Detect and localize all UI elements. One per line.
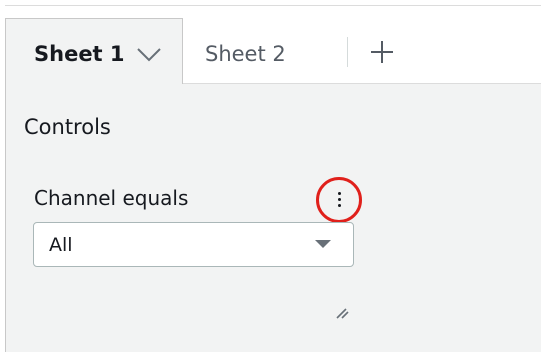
more-vertical-icon	[338, 191, 342, 209]
channel-dropdown[interactable]: All	[33, 222, 354, 267]
chevron-down-icon[interactable]	[134, 40, 164, 68]
tab-sheet-1-label: Sheet 1	[34, 42, 125, 66]
caret-down-icon	[315, 240, 331, 248]
analysis-sheet-view: Sheet 1 Sheet 2 Controls Channel equals …	[0, 0, 541, 352]
panel-top-border	[5, 5, 541, 6]
dropdown-selected-value: All	[49, 234, 73, 256]
resize-handle-icon[interactable]	[334, 304, 350, 320]
plus-icon[interactable]	[366, 36, 398, 68]
tab-divider	[347, 37, 348, 67]
panel-left-border	[5, 18, 6, 352]
tab-sheet-2[interactable]: Sheet 2	[205, 40, 286, 68]
control-menu-button[interactable]	[316, 177, 362, 223]
controls-heading: Controls	[24, 115, 111, 139]
control-label: Channel equals	[34, 186, 189, 210]
